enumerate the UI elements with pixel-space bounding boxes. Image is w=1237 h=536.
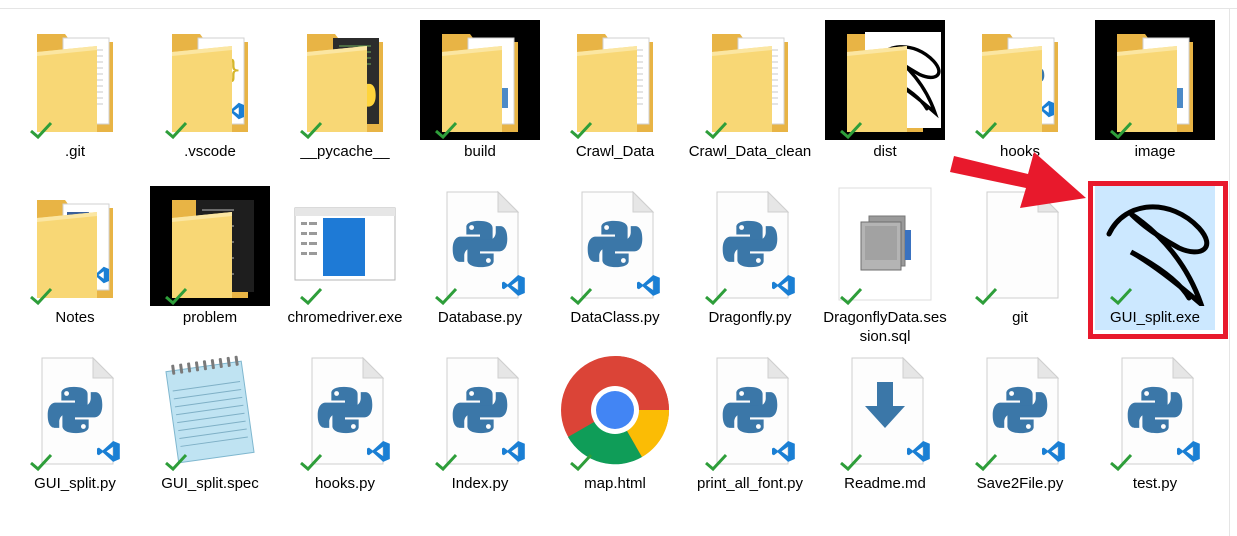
file-name-label: Crawl_Data_clean bbox=[688, 143, 812, 160]
file-name-label: image bbox=[1134, 143, 1176, 160]
sync-check-icon bbox=[299, 286, 323, 306]
file-name-label: dist bbox=[873, 143, 897, 160]
file-name-label: .vscode bbox=[184, 143, 236, 160]
sync-check-icon bbox=[1109, 452, 1133, 472]
sync-check-icon bbox=[704, 120, 728, 140]
file-name-label: Dragonfly.py bbox=[708, 309, 792, 326]
file-name-label: Database.py bbox=[437, 309, 523, 326]
sync-check-icon bbox=[434, 120, 458, 140]
file-name-label: GUI_split.exe bbox=[1109, 309, 1201, 326]
file-name-label: __pycache__ bbox=[300, 143, 390, 160]
file-name-label: print_all_font.py bbox=[697, 475, 803, 492]
file-name-label: test.py bbox=[1132, 475, 1178, 492]
file-name-label: Notes bbox=[55, 309, 95, 326]
file-name-label: Crawl_Data bbox=[575, 143, 655, 160]
file-name-label: problem bbox=[182, 309, 238, 326]
sync-check-icon bbox=[974, 452, 998, 472]
sync-check-icon bbox=[839, 120, 863, 140]
file-name-label: hooks.py bbox=[314, 475, 376, 492]
file-name-label: DragonflyData.session.sql bbox=[823, 309, 947, 345]
file-icon-grid: .git{} .vscode __pycache__ build Crawl_D… bbox=[0, 0, 1237, 536]
file-name-label: .git bbox=[64, 143, 85, 160]
file-name-label: GUI_split.spec bbox=[161, 475, 259, 492]
sync-check-icon bbox=[29, 120, 53, 140]
sync-check-icon bbox=[299, 452, 323, 472]
sync-check-icon bbox=[569, 452, 593, 472]
sync-check-icon bbox=[29, 286, 53, 306]
file-name-label: GUI_split.py bbox=[34, 475, 116, 492]
sync-check-icon bbox=[434, 452, 458, 472]
sync-check-icon bbox=[974, 286, 998, 306]
file-name-label: build bbox=[464, 143, 496, 160]
sync-check-icon bbox=[164, 452, 188, 472]
file-name-label: Index.py bbox=[451, 475, 509, 492]
sync-check-icon bbox=[434, 286, 458, 306]
sync-check-icon bbox=[1109, 120, 1133, 140]
file-name-label: Save2File.py bbox=[976, 475, 1064, 492]
sync-check-icon bbox=[29, 452, 53, 472]
sync-check-icon bbox=[974, 120, 998, 140]
sync-check-icon bbox=[164, 120, 188, 140]
file-name-label: Readme.md bbox=[844, 475, 926, 492]
sync-check-icon bbox=[704, 452, 728, 472]
sync-check-icon bbox=[839, 286, 863, 306]
file-name-label: chromedriver.exe bbox=[287, 309, 403, 326]
sync-check-icon bbox=[164, 286, 188, 306]
sync-check-icon bbox=[1109, 286, 1133, 306]
sync-check-icon bbox=[704, 286, 728, 306]
file-name-label: map.html bbox=[584, 475, 646, 492]
file-name-label: DataClass.py bbox=[570, 309, 660, 326]
sync-check-icon bbox=[839, 452, 863, 472]
sync-check-icon bbox=[569, 120, 593, 140]
file-name-label: git bbox=[1012, 309, 1028, 326]
file-name-label: hooks bbox=[999, 143, 1041, 160]
sync-check-icon bbox=[299, 120, 323, 140]
sync-check-icon bbox=[569, 286, 593, 306]
